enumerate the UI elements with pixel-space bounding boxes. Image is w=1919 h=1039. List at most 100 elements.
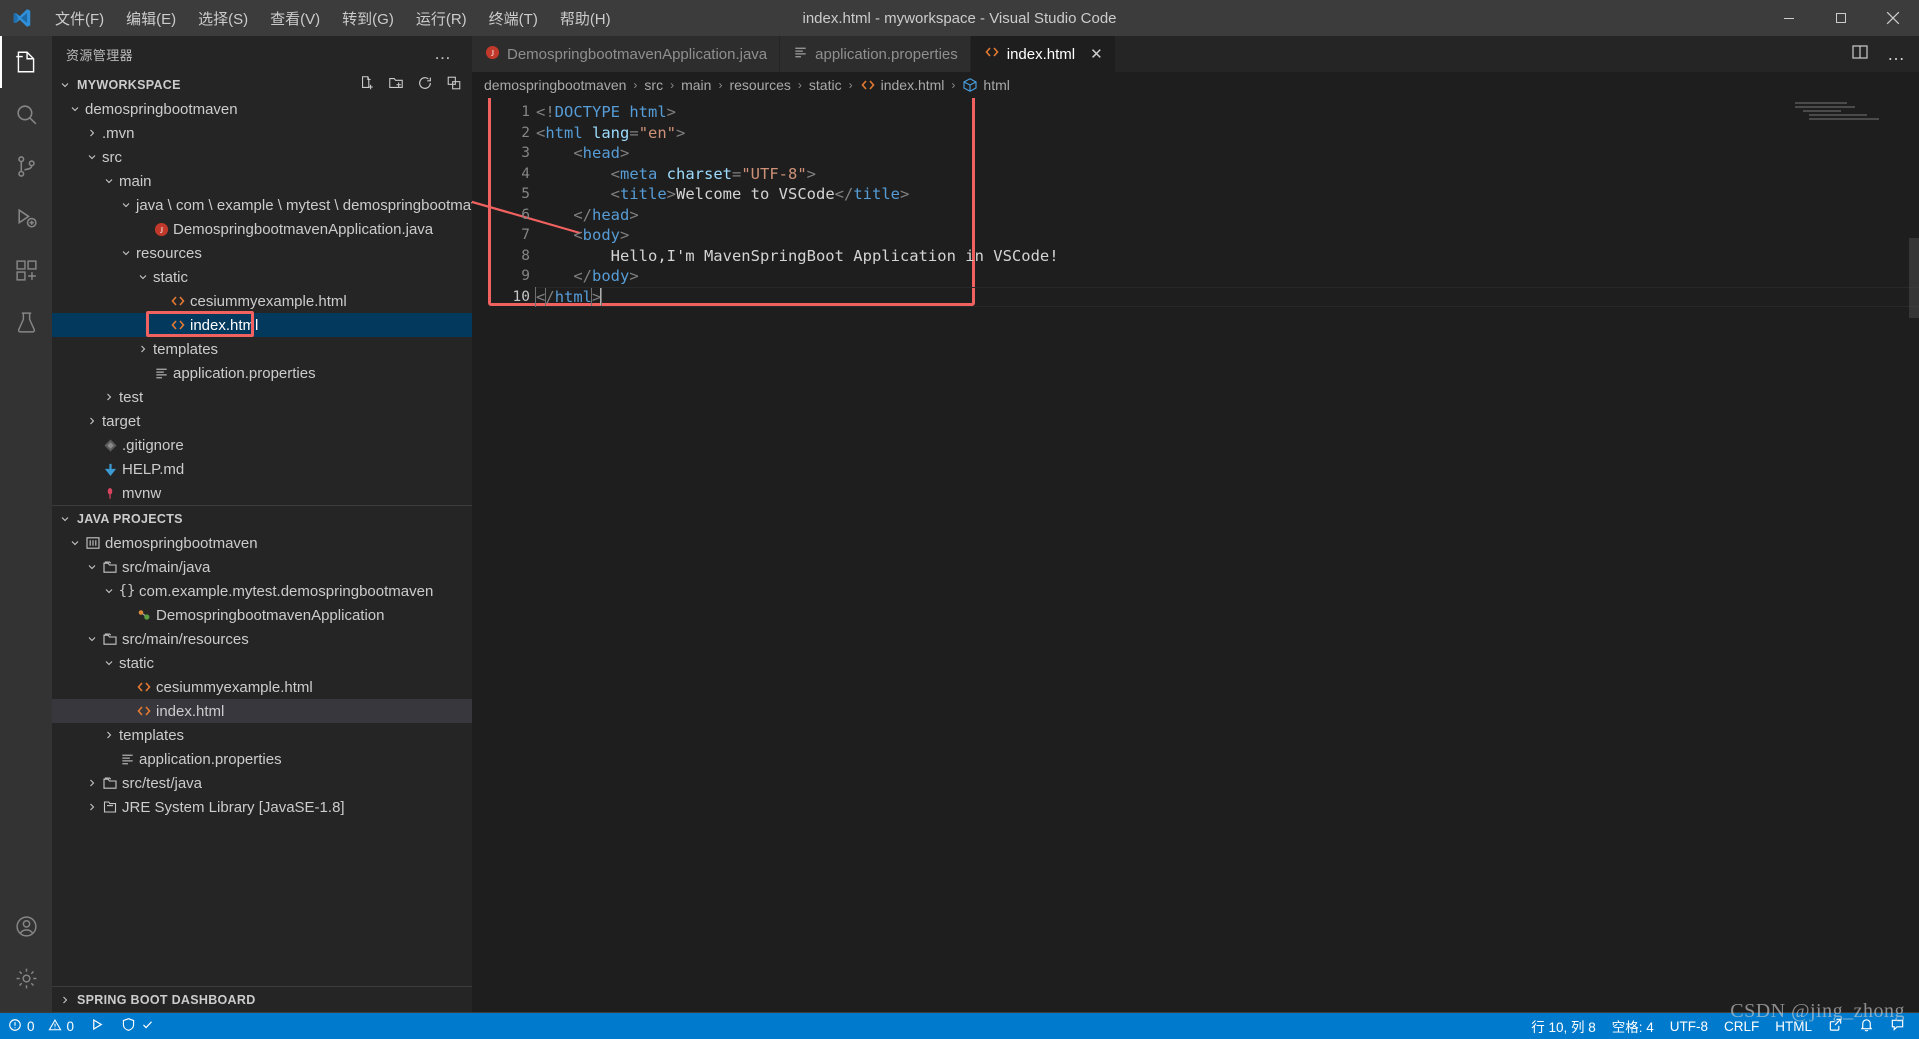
- tab-index-html[interactable]: index.html ✕: [970, 36, 1116, 72]
- tree-item-index-html[interactable]: index.html: [52, 699, 472, 723]
- chevron-down-icon[interactable]: [66, 103, 83, 115]
- menu-run[interactable]: 运行(R): [405, 4, 478, 33]
- tree-item-java-com-example-mytest-demospringbootmaven[interactable]: java \ com \ example \ mytest \ demospri…: [52, 193, 472, 217]
- tab-application-properties[interactable]: application.properties: [780, 36, 971, 72]
- chevron-down-icon[interactable]: [117, 199, 134, 211]
- tree-item-cesiummyexample-html[interactable]: cesiummyexample.html: [52, 675, 472, 699]
- code-line-7[interactable]: <body>: [536, 225, 1919, 246]
- tree-item-cesiummyexample-html[interactable]: cesiummyexample.html: [52, 289, 472, 313]
- tree-item-mvnw[interactable]: mvnw: [52, 481, 472, 505]
- tree-item-com-example-mytest-demospringbootmaven[interactable]: {} com.example.mytest.demospringbootmaven: [52, 579, 472, 603]
- chevron-down-icon[interactable]: [100, 657, 117, 669]
- minimize-icon[interactable]: [1763, 0, 1815, 36]
- breadcrumb-item-index-html[interactable]: index.html: [860, 77, 944, 93]
- run-and-debug-icon[interactable]: [0, 192, 52, 244]
- java-projects-section-header[interactable]: JAVA PROJECTS: [52, 506, 472, 531]
- tree-item-jre-system-library-javase-1-8[interactable]: JRE System Library [JavaSE-1.8]: [52, 795, 472, 819]
- search-icon[interactable]: [0, 88, 52, 140]
- account-icon[interactable]: [0, 900, 52, 952]
- tree-item-main[interactable]: main: [52, 169, 472, 193]
- code-editor[interactable]: 1 2 3 4 5 6 7 8 9 10 <!DOCTYPE html> <html lang="…: [472, 98, 1919, 1012]
- menu-go[interactable]: 转到(G): [331, 4, 405, 33]
- tree-item-src-test-java[interactable]: src/test/java: [52, 771, 472, 795]
- status-language-mode[interactable]: HTML: [1767, 1013, 1820, 1039]
- code-line-5[interactable]: <title>Welcome to VSCode</title>: [536, 184, 1919, 205]
- chevron-down-icon[interactable]: [66, 537, 83, 549]
- status-eol[interactable]: CRLF: [1716, 1013, 1767, 1039]
- maximize-icon[interactable]: [1815, 0, 1867, 36]
- more-actions-icon[interactable]: …: [434, 44, 458, 64]
- chevron-down-icon[interactable]: [100, 585, 117, 597]
- code-line-10[interactable]: </html>: [534, 286, 1919, 308]
- status-open-in-browser[interactable]: [1820, 1013, 1851, 1039]
- tree-item-index-html[interactable]: index.html: [52, 311, 472, 337]
- chevron-right-icon[interactable]: [83, 801, 100, 813]
- refresh-icon[interactable]: [417, 75, 433, 94]
- testing-beaker-icon[interactable]: [0, 296, 52, 348]
- code-line-9[interactable]: </body>: [536, 266, 1919, 287]
- status-shield[interactable]: [113, 1013, 162, 1039]
- chevron-right-icon[interactable]: [83, 415, 100, 427]
- code-line-8[interactable]: Hello,I'm MavenSpringBoot Application in…: [536, 246, 1919, 267]
- breadcrumb-item-html[interactable]: html: [962, 77, 1010, 93]
- chevron-down-icon[interactable]: [100, 175, 117, 187]
- menu-edit[interactable]: 编辑(E): [115, 4, 187, 33]
- status-feedback[interactable]: [1882, 1013, 1919, 1039]
- explorer-files-icon[interactable]: [0, 36, 52, 88]
- tree-item-src-main-java[interactable]: src/main/java: [52, 555, 472, 579]
- tree-item-src-main-resources[interactable]: src/main/resources: [52, 627, 472, 651]
- chevron-down-icon[interactable]: [134, 271, 151, 283]
- tree-item-test[interactable]: test: [52, 385, 472, 409]
- status-errors[interactable]: 0 0: [0, 1013, 82, 1039]
- code-content[interactable]: 1 2 3 4 5 6 7 8 9 10 <!DOCTYPE html> <html lang="…: [484, 98, 1919, 307]
- tree-item-application-properties[interactable]: application.properties: [52, 361, 472, 385]
- new-folder-icon[interactable]: [388, 75, 404, 94]
- menu-terminal[interactable]: 终端(T): [478, 4, 549, 33]
- split-editor-icon[interactable]: [1851, 43, 1869, 66]
- tree-item-application-properties[interactable]: application.properties: [52, 747, 472, 771]
- new-file-icon[interactable]: [359, 75, 375, 94]
- spring-boot-dashboard-header[interactable]: SPRING BOOT DASHBOARD: [52, 987, 472, 1012]
- tree-item-mvn[interactable]: .mvn: [52, 121, 472, 145]
- tree-item-target[interactable]: target: [52, 409, 472, 433]
- tree-item-src[interactable]: src: [52, 145, 472, 169]
- status-indentation[interactable]: 空格: 4: [1604, 1013, 1662, 1039]
- tree-item-help-md[interactable]: HELP.md: [52, 457, 472, 481]
- chevron-right-icon[interactable]: [100, 729, 117, 741]
- code-lines[interactable]: <!DOCTYPE html> <html lang="en"> <head> …: [534, 98, 1919, 308]
- menu-file[interactable]: 文件(F): [44, 4, 115, 33]
- status-notifications[interactable]: [1851, 1013, 1882, 1039]
- menu-view[interactable]: 查看(V): [259, 4, 331, 33]
- breadcrumb-item-demospringbootmaven[interactable]: demospringbootmaven: [484, 77, 626, 93]
- chevron-down-icon[interactable]: [83, 633, 100, 645]
- tree-item-gitignore[interactable]: .gitignore: [52, 433, 472, 457]
- close-icon[interactable]: [1867, 0, 1919, 36]
- code-line-2[interactable]: <html lang="en">: [536, 123, 1919, 144]
- extensions-icon[interactable]: [0, 244, 52, 296]
- tab-demospringbootmavenapplication-java[interactable]: J DemospringbootmavenApplication.java: [472, 36, 781, 72]
- breadcrumb-item-resources[interactable]: resources: [729, 77, 790, 93]
- tree-item-resources[interactable]: resources: [52, 241, 472, 265]
- more-actions-icon[interactable]: …: [1887, 45, 1905, 63]
- chevron-right-icon[interactable]: [134, 343, 151, 355]
- chevron-down-icon[interactable]: [83, 151, 100, 163]
- chevron-right-icon[interactable]: [83, 127, 100, 139]
- collapse-all-icon[interactable]: [446, 75, 462, 94]
- tree-item-demospringbootmavenapplication[interactable]: DemospringbootmavenApplication: [52, 603, 472, 627]
- source-control-branch-icon[interactable]: [0, 140, 52, 192]
- breadcrumb-item-main[interactable]: main: [681, 77, 711, 93]
- chevron-down-icon[interactable]: [117, 247, 134, 259]
- code-line-6[interactable]: </head>: [536, 205, 1919, 226]
- tree-item-static[interactable]: static: [52, 265, 472, 289]
- tree-item-static[interactable]: static: [52, 651, 472, 675]
- close-icon[interactable]: ✕: [1090, 45, 1103, 63]
- editor-scrollbar-thumb[interactable]: [1909, 238, 1919, 318]
- chevron-right-icon[interactable]: [100, 391, 117, 403]
- chevron-right-icon[interactable]: [83, 777, 100, 789]
- tree-item-demospringbootmaven[interactable]: demospringbootmaven: [52, 531, 472, 555]
- breadcrumb-item-static[interactable]: static: [809, 77, 842, 93]
- status-spring-run[interactable]: [82, 1013, 113, 1039]
- explorer-section-header[interactable]: MYWORKSPACE: [52, 72, 472, 97]
- settings-gear-icon[interactable]: [0, 952, 52, 1004]
- code-line-1[interactable]: <!DOCTYPE html>: [536, 102, 1919, 123]
